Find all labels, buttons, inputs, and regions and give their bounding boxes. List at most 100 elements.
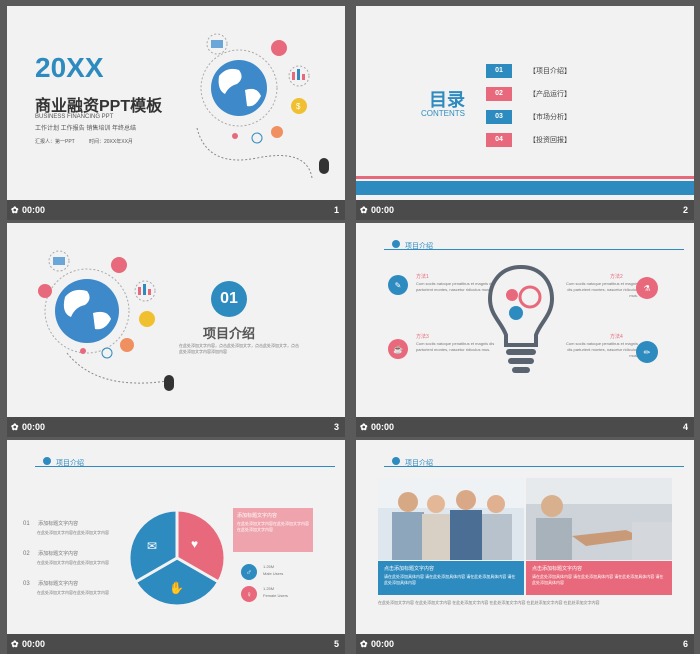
section-number-circle: 01 [211,281,247,317]
slide-time: 00:00 [371,205,395,215]
pen-cup-icon: ✏ [636,341,658,363]
list-title: 添加标题文字内容 [38,521,79,527]
slide-number: 1 [333,205,339,215]
header-rule [35,466,335,467]
stat-label: Female Users [263,593,288,598]
caption-box-pink: 点击添加标题文字内容 请在此处添加具体内容 请在此处添加具体内容 请在此处添加具… [526,561,672,595]
header-rule [384,249,684,250]
slide-footer: ✿ 00:00 5 [7,634,345,654]
segmented-circle-graphic: ✉ ♥ ✋ [127,508,227,608]
globe-illustration: $ [196,33,329,179]
caption-text: 请在此处添加具体内容 请在此处添加具体内容 请在此处添加具体内容 请在此处添加具… [384,574,516,585]
year-heading: 20XX [35,52,104,83]
svg-text:✉: ✉ [147,539,157,553]
box-text: 在此处添加文字内容在此处添加文字内容在此处添加文字内容 [237,521,309,532]
slide-thumb-1[interactable]: 20XX 商业融资PPT模板 BUSINESS FINANCING PPT 工作… [7,6,345,220]
header-dot [392,457,400,465]
slide-footer: ✿ 00:00 6 [356,634,694,654]
stat-label: Male Users [263,571,284,576]
toc-label: 【产品运行】 [529,91,571,98]
list-number: 02 [23,551,30,557]
slide-canvas: 20XX 商业融资PPT模板 BUSINESS FINANCING PPT 工作… [7,6,345,200]
block-title-1: 方法1 [416,274,429,280]
male-user-icon: ♂ [241,564,257,580]
star-icon: ✿ [360,639,368,649]
stat-value: 1.25M [263,586,275,591]
slide-thumb-5[interactable]: 项目介绍 01 添加标题文字内容 在此处添加文字内容在此处添加文字内容 02 添… [7,440,345,654]
subtitle-en: BUSINESS FINANCING PPT [35,114,114,120]
slide-thumb-4[interactable]: 项目介绍 ✎ 方法1 Cum sociis natoque penatibus … [356,223,694,437]
list-item-2: 02 添加标题文字内容 在此处添加文字内容在此处添加文字内容 [23,542,109,566]
list-title: 添加标题文字内容 [38,551,79,557]
block-text-3: Cum sociis natoque penatibus et magnis d… [416,341,495,352]
female-user-icon: ♀ [241,586,257,602]
coffee-icon: ☕ [388,339,408,359]
star-icon: ✿ [11,205,19,215]
toc-subtitle: CONTENTS [421,109,465,118]
toc-label: 【投资回报】 [529,137,571,144]
slide-number: 3 [333,422,339,432]
section-title: 项目介绍 [203,326,256,341]
slide-canvas: 项目介绍 点击添加标题文字内容 请在此处添加具体内容 请在此处添加具体内容 请在… [356,440,694,634]
slide-time: 00:00 [22,422,46,432]
date: 时间：20XX年XX月 [89,139,133,145]
team-photo [378,478,524,560]
toc-number-badge: 02 [486,87,512,101]
block-text-2: Cum sociis natoque penatibus et magnis d… [565,281,638,298]
slide-thumb-3[interactable]: 01 项目介绍 在此处添加文字内容，点击此处添加文字，点击此处添加文字，点击此处… [7,223,345,437]
slide-canvas: 项目介绍 ✎ 方法1 Cum sociis natoque penatibus … [356,223,694,417]
toc-number-badge: 01 [486,64,512,78]
svg-text:✋: ✋ [169,581,184,595]
slide-canvas: 目录 CONTENTS 01 【项目介绍】 02 【产品运行】 03 【市场分析… [356,6,694,200]
toc-label: 【项目介绍】 [529,68,571,75]
header-dot [43,457,51,465]
list-text: 在此处添加文字内容在此处添加文字内容 [37,530,109,535]
slide-footer: ✿ 00:00 4 [356,417,694,437]
block-title-2: 方法2 [610,274,623,280]
star-icon: ✿ [360,205,368,215]
lightbulb-gears-icon [487,264,555,373]
microscope-icon: ⚗ [636,277,658,299]
slide-thumb-2[interactable]: 目录 CONTENTS 01 【项目介绍】 02 【产品运行】 03 【市场分析… [356,6,694,220]
list-title: 添加标题文字内容 [38,581,79,587]
slide-time: 00:00 [22,205,46,215]
slide-number: 4 [682,422,688,432]
slide-footer: ✿ 00:00 1 [7,200,345,220]
caption-title: 点击添加标题文字内容 [532,566,583,572]
svg-text:$: $ [296,102,301,111]
slide-number: 2 [682,205,688,215]
star-icon: ✿ [11,422,19,432]
pink-text-box: 添加标题文字内容 在此处添加文字内容在此处添加文字内容在此处添加文字内容 [233,508,313,552]
block-text-4: Cum sociis natoque penatibus et magnis d… [565,341,638,358]
header-rule [384,466,684,467]
list-number: 03 [23,581,30,587]
star-icon: ✿ [360,422,368,432]
list-number: 01 [23,521,30,527]
toc-label: 【市场分析】 [529,114,571,121]
caption-title: 点击添加标题文字内容 [384,566,435,572]
slide-time: 00:00 [371,422,395,432]
slide-footer: ✿ 00:00 2 [356,200,694,220]
toc-number-badge: 04 [486,133,512,147]
section-desc: 在此处添加文字内容，点击此处添加文字，点击此处添加文字，点击此处添加文字内容添加… [179,343,299,354]
footer-text: 在此处添加文字内容 在此处添加文字内容 在此处添加文字内容 在此处添加文字内容 … [378,600,600,605]
list-text: 在此处添加文字内容在此处添加文字内容 [37,560,109,565]
toc-number-badge: 03 [486,110,512,124]
list-item-1: 01 添加标题文字内容 在此处添加文字内容在此处添加文字内容 [23,512,109,536]
block-text-1: Cum sociis natoque penatibus et magnis d… [416,281,495,292]
header-dot [392,240,400,248]
list-item-3: 03 添加标题文字内容 在此处添加文字内容在此处添加文字内容 [23,572,109,596]
caption-box-blue: 点击添加标题文字内容 请在此处添加具体内容 请在此处添加具体内容 请在此处添加具… [378,561,524,595]
pink-stripe [356,176,694,179]
box-title: 添加标题文字内容 [237,513,278,519]
slide-thumb-6[interactable]: 项目介绍 点击添加标题文字内容 请在此处添加具体内容 请在此处添加具体内容 请在… [356,440,694,654]
handshake-photo [526,478,672,560]
caption-text: 请在此处添加具体内容 请在此处添加具体内容 请在此处添加具体内容 请在此处添加具… [532,574,664,585]
block-title-4: 方法4 [610,334,623,340]
tagline: 工作计划 工作报告 销售培训 年终总结 [35,126,137,132]
pencil-ruler-icon: ✎ [388,275,408,295]
main-title: 商业融资PPT模板 [35,98,163,115]
block-title-3: 方法3 [416,334,429,340]
slide-canvas: 项目介绍 01 添加标题文字内容 在此处添加文字内容在此处添加文字内容 02 添… [7,440,345,634]
list-text: 在此处添加文字内容在此处添加文字内容 [37,590,109,595]
